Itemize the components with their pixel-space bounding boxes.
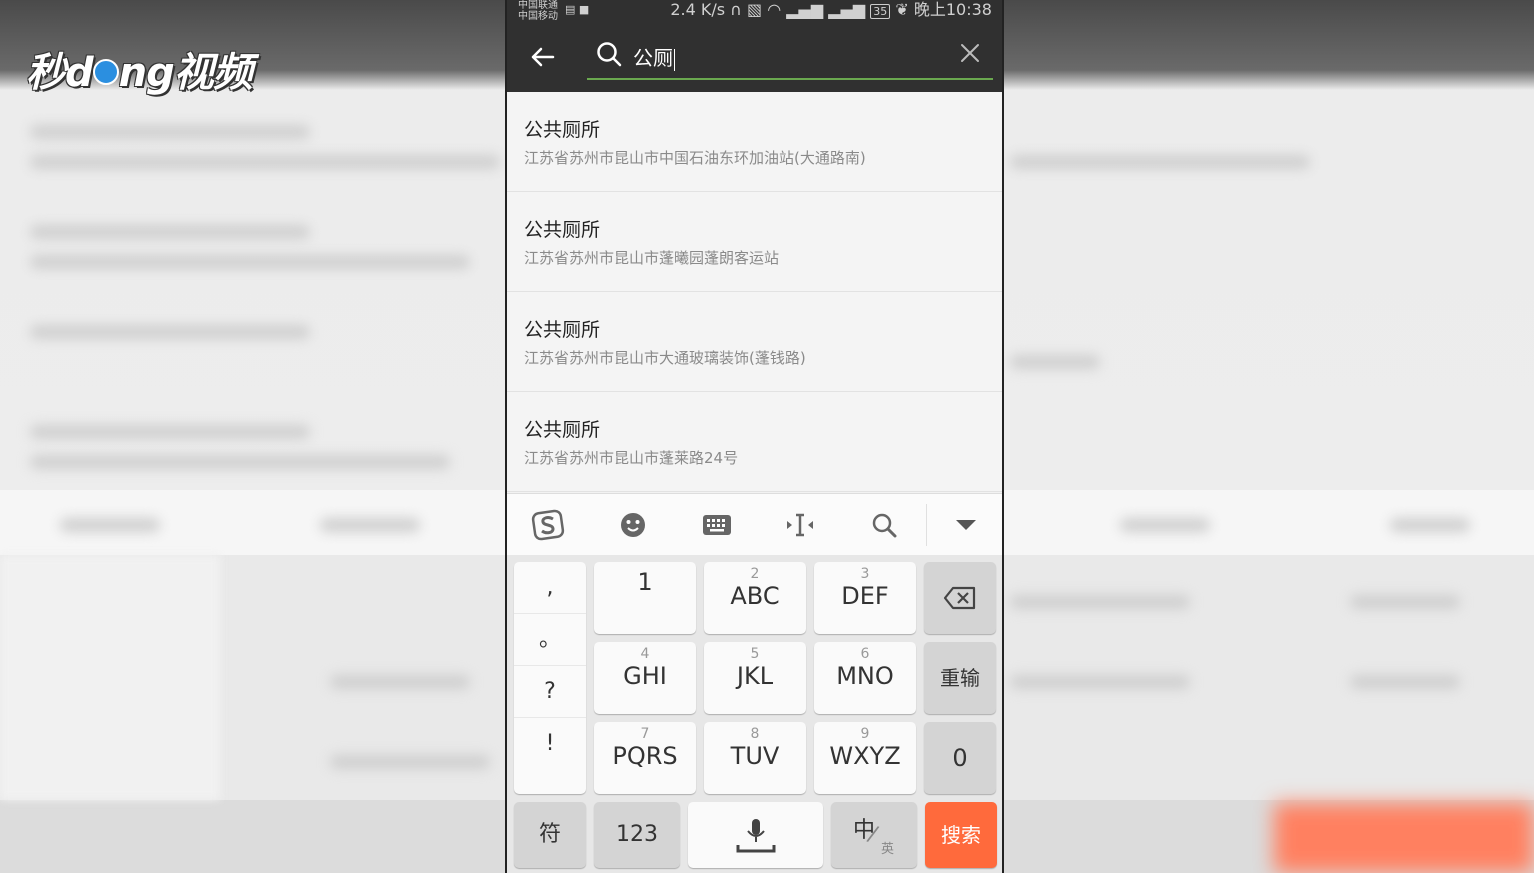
key-1[interactable]: 1 — [594, 562, 696, 634]
backspace-icon — [943, 586, 976, 610]
result-address: 江苏省苏州市昆山市中国石油东环加油站(大通路南) — [524, 149, 866, 167]
result-item[interactable]: 公共厕所 江苏省苏州市昆山市大通玻璃装饰(蓬钱路) — [507, 292, 1002, 392]
punctuation-column: , 。 ? ! — [514, 562, 586, 794]
keyboard-layout-icon[interactable] — [700, 508, 734, 542]
key-mno[interactable]: 6 MNO — [814, 642, 916, 714]
keyboard-toolbar — [507, 493, 1002, 555]
result-item[interactable]: 公共厕所 江苏省苏州市昆山市中国石油东环加油站(大通路南) — [507, 92, 1002, 192]
notification-icons: ▤ ■ — [565, 3, 589, 16]
key-jkl[interactable]: 5 JKL — [704, 642, 806, 714]
microphone-icon — [736, 819, 775, 853]
reenter-key[interactable]: 重输 — [924, 642, 996, 714]
message-icon: ▤ — [565, 3, 576, 16]
result-address: 江苏省苏州市昆山市蓬莱路24号 — [524, 449, 739, 467]
result-list: 公共厕所 江苏省苏州市昆山市中国石油东环加油站(大通路南) 公共厕所 江苏省苏州… — [507, 92, 1002, 492]
battery-icon: 35 — [870, 4, 891, 19]
clock: 晚上10:38 — [913, 0, 992, 19]
text-caret — [674, 48, 675, 71]
punct-comma-key[interactable]: , — [514, 562, 586, 614]
signal-icon: ▂▄▆ — [786, 0, 824, 19]
result-address: 江苏省苏州市昆山市蓬曦园蓬朗客运站 — [524, 249, 780, 267]
play-icon — [92, 59, 119, 85]
punct-exclaim-key[interactable]: ! — [514, 718, 586, 770]
key-def[interactable]: 3 DEF — [814, 562, 916, 634]
headset-icon: ∩ — [730, 0, 742, 19]
carrier-2: 中国移动 — [518, 11, 558, 22]
result-name: 公共厕所 — [524, 319, 601, 341]
result-name: 公共厕所 — [524, 219, 601, 241]
number-mode-key[interactable]: 123 — [594, 802, 680, 868]
key-wxyz[interactable]: 9 WXYZ — [814, 722, 916, 794]
space-voice-key[interactable] — [688, 802, 823, 868]
keyboard: , 。 ? ! 1 2 ABC 3 DEF 4 GHI 5 JKL 6 MNO 重输 — [507, 555, 1002, 873]
result-item[interactable]: 公共厕所 江苏省苏州市昆山市蓬莱路24号 — [507, 392, 1002, 492]
result-name: 公共厕所 — [524, 419, 601, 441]
punct-question-key[interactable]: ? — [514, 666, 586, 718]
hide-keyboard-icon[interactable] — [949, 508, 983, 542]
carrier-1: 中国联通 — [518, 0, 558, 11]
keyboard-search-icon[interactable] — [867, 508, 901, 542]
toolbar-divider — [926, 504, 927, 546]
leaf-icon: ❦ — [895, 0, 909, 19]
cast-icon: ▧ — [746, 0, 763, 19]
search-key[interactable]: 搜索 — [925, 802, 997, 868]
back-arrow-icon[interactable] — [527, 42, 557, 72]
signal-icon-2: ▂▄▆ — [828, 0, 866, 19]
key-tuv[interactable]: 8 TUV — [704, 722, 806, 794]
wifi-icon: ◠ — [767, 0, 782, 19]
search-icon — [597, 42, 622, 67]
emoji-icon[interactable] — [616, 508, 650, 542]
language-switch-key[interactable]: 中 / 英 — [831, 802, 917, 868]
search-input[interactable]: 公厕 — [587, 36, 993, 80]
key-abc[interactable]: 2 ABC — [704, 562, 806, 634]
clear-icon[interactable] — [957, 40, 983, 66]
status-bar: 中国联通 中国移动 ▤ ■ 2.4 K/s ∩ ▧ ◠ ▂▄▆ ▂▄▆ 35 ❦… — [507, 0, 1002, 22]
key-ghi[interactable]: 4 GHI — [594, 642, 696, 714]
watermark-logo: 秒d ng视频 — [26, 50, 253, 96]
cursor-move-icon[interactable] — [783, 508, 817, 542]
carrier-labels: 中国联通 中国移动 — [518, 0, 558, 22]
symbols-key[interactable]: 符 — [514, 802, 586, 868]
sogou-logo-icon[interactable] — [531, 508, 565, 542]
result-address: 江苏省苏州市昆山市大通玻璃装饰(蓬钱路) — [524, 349, 806, 367]
zero-key[interactable]: 0 — [924, 722, 996, 794]
key-pqrs[interactable]: 7 PQRS — [594, 722, 696, 794]
search-query-text: 公厕 — [633, 46, 675, 71]
result-name: 公共厕所 — [524, 119, 601, 141]
search-header: 公厕 — [507, 22, 1002, 92]
result-item[interactable]: 公共厕所 江苏省苏州市昆山市蓬曦园蓬朗客运站 — [507, 192, 1002, 292]
status-right: 2.4 K/s ∩ ▧ ◠ ▂▄▆ ▂▄▆ 35 ❦ 晚上10:38 — [670, 0, 992, 22]
backspace-key[interactable] — [924, 562, 996, 634]
network-speed: 2.4 K/s — [670, 0, 726, 19]
video-icon: ■ — [578, 3, 590, 16]
punct-period-key[interactable]: 。 — [514, 614, 586, 666]
phone-screen: 中国联通 中国移动 ▤ ■ 2.4 K/s ∩ ▧ ◠ ▂▄▆ ▂▄▆ 35 ❦… — [505, 0, 1004, 873]
